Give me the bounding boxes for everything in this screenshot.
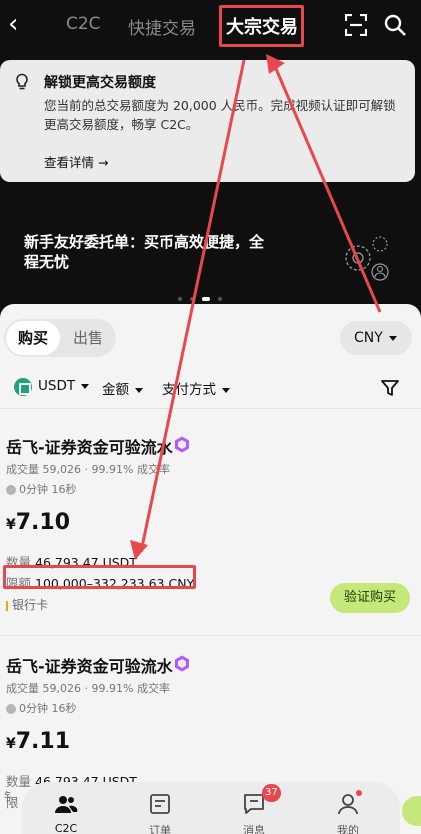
time-value: 0分钟 16秒 (19, 483, 77, 496)
filter-funnel-icon[interactable] (380, 378, 400, 398)
completion-rate: 99.91% 成交率 (91, 682, 170, 695)
payment-method-label: 银行卡 (12, 598, 49, 612)
partial-label: 钅 (4, 790, 17, 804)
sell-tab[interactable]: 出售 (62, 321, 114, 355)
coin-filter-label: USDT (38, 378, 76, 394)
search-icon[interactable] (383, 13, 407, 37)
merchant-name[interactable]: 岳飞-证券资金可验流水 (6, 653, 173, 677)
notice-title: 解锁更高交易额度 (44, 75, 156, 91)
chevron-down-icon (135, 387, 143, 393)
notification-dot (356, 790, 362, 796)
highlight-limit (3, 565, 196, 589)
tab-label: 订单 (149, 824, 171, 834)
order-icon (150, 794, 170, 814)
verified-badge-icon (175, 436, 189, 453)
divider (0, 408, 421, 409)
payment-filter[interactable]: 支付方式 (162, 378, 230, 398)
currency-symbol: ¥ (6, 736, 16, 752)
clock-icon (6, 485, 16, 495)
currency-symbol: ¥ (6, 517, 16, 533)
method-marker (6, 600, 8, 611)
notice-details-link[interactable]: 查看详情 → (44, 152, 108, 171)
divider (0, 635, 421, 636)
tab-label: C2C (54, 822, 78, 834)
banner-text: 新手友好委托单：买币高效便捷，全程无忧 (24, 233, 265, 271)
buy-sell-toggle: 购买 出售 (4, 319, 116, 357)
chevron-down-icon (222, 387, 230, 393)
usdt-icon (14, 378, 32, 396)
price: ¥7.10 (6, 510, 70, 535)
clock-icon (6, 704, 16, 714)
tab-c2c[interactable]: C2C (66, 14, 101, 34)
people-icon (55, 796, 78, 813)
price-value: 7.11 (15, 729, 71, 754)
page-dot (190, 296, 194, 301)
trade-volume: 成交量 59,026 (6, 682, 81, 695)
merchant-stats: 成交量 59,026 · 99.91% 成交率 (6, 682, 170, 695)
promo-banner[interactable]: 新手友好委托单：买币高效便捷，全程无忧 (0, 182, 421, 304)
chevron-down-icon (388, 335, 397, 341)
buy-tab[interactable]: 购买 (6, 321, 60, 355)
page-dot-active (202, 296, 210, 301)
back-icon[interactable]: ‹ (8, 10, 34, 40)
price: ¥7.11 (6, 729, 70, 754)
merchant-stats: 成交量 59,026 · 99.91% 成交率 (6, 463, 170, 476)
page-dot (178, 296, 182, 301)
time-value: 0分钟 16秒 (19, 702, 77, 715)
lightbulb-icon (16, 73, 28, 90)
currency-select[interactable]: CNY (340, 321, 412, 355)
payment-filter-label: 支付方式 (162, 382, 216, 398)
amount-filter-label: 金额 (102, 382, 129, 398)
notice-card: 解锁更高交易额度 您当前的总交易额度为 20,000 人民币。完成视频认证即可解… (0, 60, 415, 182)
scan-icon[interactable] (345, 14, 367, 36)
top-nav: ‹ C2C 快捷交易 大宗交易 (0, 0, 421, 52)
tab-label: 我的 (337, 824, 359, 834)
amount-filter[interactable]: 金额 (102, 378, 143, 398)
unread-badge: 37 (262, 784, 281, 802)
tab-label: 消息 (243, 824, 265, 834)
bottom-tab-bar: C2C 订单 37 消息 我的 (22, 782, 400, 834)
merchant-name[interactable]: 岳飞-证券资金可验流水 (6, 434, 173, 458)
completion-rate: 99.91% 成交率 (91, 463, 170, 476)
tab-quick-trade[interactable]: 快捷交易 (128, 14, 196, 39)
profile-icon (338, 794, 358, 815)
verify-buy-button[interactable]: 验证购买 (330, 583, 410, 613)
release-time: 0分钟 16秒 (6, 700, 77, 716)
trade-volume: 成交量 59,026 (6, 463, 81, 476)
quantity-label: 数量 (6, 774, 32, 789)
page-dot (218, 296, 222, 301)
release-time: 0分钟 16秒 (6, 481, 77, 497)
price-value: 7.10 (15, 510, 71, 535)
chevron-down-icon (81, 383, 90, 389)
filter-bar: USDT 金额 支付方式 (14, 376, 414, 400)
gears-illustration-icon (345, 236, 389, 281)
banner-pagination (178, 288, 230, 301)
payment-method: 银行卡 (6, 596, 48, 613)
currency-value: CNY (354, 330, 383, 346)
highlight-bulk-tab (219, 5, 304, 47)
notice-body: 您当前的总交易额度为 20,000 人民币。完成视频认证即可解锁更高交易额度，畅… (44, 98, 396, 132)
coin-filter[interactable]: USDT (38, 378, 90, 394)
verified-badge-icon (175, 655, 189, 672)
